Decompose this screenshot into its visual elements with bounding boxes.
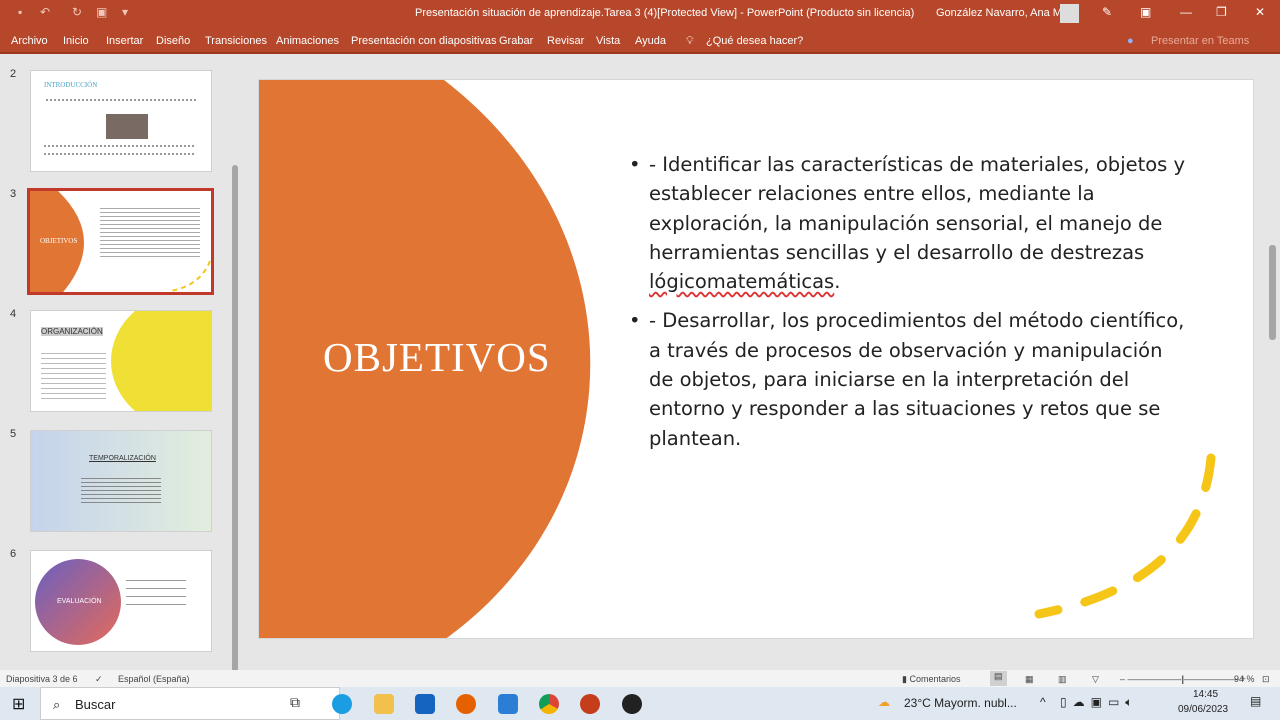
tray-icons[interactable]: ▯☁▣▭🔈︎ bbox=[1060, 695, 1138, 710]
thumbnail-title: OBJETIVOS bbox=[40, 237, 78, 245]
save-icon[interactable]: ▪ bbox=[18, 5, 22, 19]
chrome-icon[interactable] bbox=[539, 694, 559, 714]
weather-text[interactable]: 23°C Mayorm. nubl... bbox=[904, 696, 1017, 710]
thumbnail-pane: 2 INTRODUCCIÓN 3 OBJETIVOS 4 ORGANIZACIÓ… bbox=[0, 56, 244, 668]
windows-start-icon[interactable]: ⊞ bbox=[12, 694, 25, 714]
powerpoint-icon[interactable] bbox=[580, 694, 600, 714]
slide-number: 5 bbox=[10, 428, 17, 440]
search-icon: ⌕ bbox=[53, 697, 61, 712]
slide-number: 2 bbox=[10, 68, 17, 80]
customize-qat-icon[interactable]: ▾ bbox=[122, 5, 128, 19]
tray-overflow-icon[interactable]: ^ bbox=[1040, 695, 1046, 709]
tab-archivo[interactable]: Archivo bbox=[11, 35, 48, 47]
tell-me-input[interactable]: ¿Qué desea hacer? bbox=[706, 35, 803, 47]
avatar[interactable] bbox=[1060, 4, 1079, 23]
ribbon-tabs: Archivo Inicio Insertar Diseño Transicio… bbox=[0, 27, 1280, 54]
weather-icon: ☁ bbox=[878, 695, 890, 709]
taskbar: ⊞ ⌕ Buscar ⧉ ☁ 23°C Mayorm. nubl... ^ ▯☁… bbox=[0, 687, 1280, 720]
bullet-text: - Identificar las características de mat… bbox=[649, 153, 1186, 264]
undo-icon[interactable]: ↶ bbox=[40, 5, 50, 19]
slide-number: 6 bbox=[10, 548, 17, 560]
tab-diseno[interactable]: Diseño bbox=[156, 35, 190, 47]
task-view-icon[interactable]: ⧉ bbox=[290, 694, 310, 714]
list-item: - Desarrollar, los procedimientos del mé… bbox=[629, 306, 1189, 452]
tab-transiciones[interactable]: Transiciones bbox=[205, 35, 267, 47]
present-icon[interactable]: ▣ bbox=[96, 5, 107, 19]
list-item: - Identificar las características de mat… bbox=[629, 150, 1189, 296]
yellow-dashed-arc bbox=[1034, 453, 1216, 619]
clock-date[interactable]: 09/06/2023 bbox=[1178, 704, 1228, 715]
teams-icon: ● bbox=[1127, 35, 1134, 47]
reading-view-button[interactable]: ▥ bbox=[1058, 674, 1067, 685]
present-in-teams-button[interactable]: Presentar en Teams bbox=[1151, 35, 1249, 47]
thumbnail-title: TEMPORALIZACIÓN bbox=[89, 455, 156, 462]
misspelled-word: lógicomatemáticas bbox=[649, 270, 835, 294]
normal-view-button[interactable]: ▤ bbox=[990, 671, 1007, 686]
edge-icon[interactable] bbox=[332, 694, 352, 714]
tab-animaciones[interactable]: Animaciones bbox=[276, 35, 339, 47]
search-placeholder: Buscar bbox=[75, 697, 116, 712]
file-explorer-icon[interactable] bbox=[374, 694, 394, 714]
user-name[interactable]: González Navarro, Ana Mª bbox=[936, 7, 1066, 19]
tab-revisar[interactable]: Revisar bbox=[547, 35, 584, 47]
slide-scrollbar[interactable] bbox=[1266, 60, 1280, 660]
zoom-slider[interactable]: – ——————|—————— + bbox=[1120, 674, 1246, 684]
lightbulb-icon: 💡︎ bbox=[686, 35, 694, 47]
ribbon-display-icon[interactable]: ▣ bbox=[1140, 5, 1151, 19]
title-bar: ▪ ↶ ↻ ▣ ▾ Presentación situación de apre… bbox=[0, 0, 1280, 27]
slideshow-button[interactable]: ▽ bbox=[1092, 674, 1099, 685]
notifications-icon[interactable]: ▤ bbox=[1250, 694, 1261, 708]
objectives-list: - Identificar las características de mat… bbox=[629, 150, 1189, 463]
thumbnail-scrollbar[interactable] bbox=[230, 60, 240, 705]
tab-vista[interactable]: Vista bbox=[596, 35, 620, 47]
slide-title: OBJETIVOS bbox=[323, 334, 551, 380]
window-title: Presentación situación de aprendizaje.Ta… bbox=[415, 7, 915, 19]
mail-icon[interactable] bbox=[415, 694, 435, 714]
status-bar: Diapositiva 3 de 6 ✓ Español (España) ▮ … bbox=[0, 670, 1280, 687]
comments-button[interactable]: ▮ Comentarios bbox=[902, 674, 960, 685]
zoom-level[interactable]: 94 % bbox=[1234, 674, 1255, 684]
slide-thumbnail-3[interactable]: OBJETIVOS bbox=[27, 188, 214, 295]
slide-thumbnail-5[interactable]: TEMPORALIZACIÓN bbox=[30, 430, 212, 532]
thumbnail-title: INTRODUCCIÓN bbox=[44, 81, 98, 89]
slide-thumbnail-4[interactable]: ORGANIZACIÓN bbox=[30, 310, 212, 412]
language[interactable]: Español (España) bbox=[118, 674, 190, 684]
pen-icon[interactable]: ✎ bbox=[1102, 5, 1112, 19]
slide-number: 3 bbox=[10, 188, 17, 200]
slide-canvas[interactable]: OBJETIVOS - Identificar las característi… bbox=[258, 79, 1254, 639]
fit-slide-icon[interactable]: ⊡ bbox=[1262, 674, 1270, 685]
bullet-text: . bbox=[834, 270, 841, 294]
spellcheck-icon[interactable]: ✓ bbox=[95, 674, 103, 685]
redo-icon[interactable]: ↻ bbox=[72, 5, 82, 19]
slide-sorter-button[interactable]: ▦ bbox=[1025, 674, 1034, 685]
app-icon[interactable] bbox=[498, 694, 518, 714]
tab-ayuda[interactable]: Ayuda bbox=[635, 35, 666, 47]
maximize-button[interactable]: ❐ bbox=[1216, 5, 1227, 19]
tab-insertar[interactable]: Insertar bbox=[106, 35, 143, 47]
tab-inicio[interactable]: Inicio bbox=[63, 35, 89, 47]
slide-counter: Diapositiva 3 de 6 bbox=[6, 674, 78, 684]
tab-grabar[interactable]: Grabar bbox=[499, 35, 533, 47]
firefox-icon[interactable] bbox=[456, 694, 476, 714]
slide-number: 4 bbox=[10, 308, 17, 320]
clock-time[interactable]: 14:45 bbox=[1193, 689, 1218, 700]
tab-presentacion[interactable]: Presentación con diapositivas bbox=[351, 35, 497, 47]
close-button[interactable]: ✕ bbox=[1255, 5, 1265, 19]
slide-thumbnail-6[interactable]: EVALUACIÓN bbox=[30, 550, 212, 652]
minimize-button[interactable]: — bbox=[1180, 5, 1192, 19]
recorder-icon[interactable] bbox=[622, 694, 642, 714]
thumbnail-title: EVALUACIÓN bbox=[57, 598, 102, 605]
slide-thumbnail-2[interactable]: INTRODUCCIÓN bbox=[30, 70, 212, 172]
thumbnail-title: ORGANIZACIÓN bbox=[41, 327, 103, 336]
